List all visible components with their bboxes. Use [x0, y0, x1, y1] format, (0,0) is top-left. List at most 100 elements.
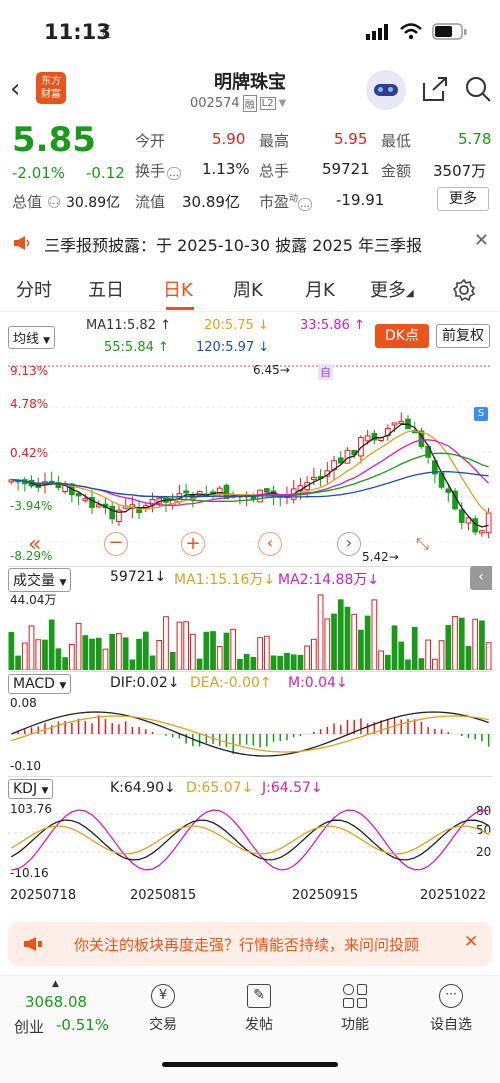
candle-body	[458, 509, 465, 523]
volume-bar	[216, 646, 223, 670]
ma-select[interactable]: 均线 ▼	[8, 326, 56, 349]
back-icon[interactable]: ‹	[10, 74, 20, 104]
volume-bar	[452, 616, 458, 670]
scroll-left-fast-icon[interactable]: «	[28, 532, 41, 557]
info-icon[interactable]: …	[167, 167, 182, 180]
tab-more[interactable]: 更多◢	[370, 276, 414, 302]
close-icon[interactable]: ✕	[464, 932, 478, 952]
moon-icon: ☾	[101, 22, 118, 43]
kline-chart-area: 均线 ▼ MA11:5.82 ↑ 20:5.75 ↓ 33:5.86 ↑ 55:…	[0, 318, 500, 918]
kdj-chart[interactable]	[8, 800, 492, 880]
date-label-3: 20250915	[292, 888, 359, 903]
volume-bar	[351, 613, 358, 670]
volume-bar	[398, 641, 405, 670]
ai-assistant-icon[interactable]	[366, 70, 406, 110]
volume-bar	[297, 654, 304, 670]
expand-icon[interactable]: ⤡	[416, 534, 429, 554]
nav-post[interactable]: ✎ 发帖	[219, 984, 299, 1034]
dk-point-button[interactable]: DK点	[375, 324, 429, 348]
chevron-down-icon: ▼	[278, 98, 287, 109]
volume-value-label: 59721↓	[110, 569, 167, 585]
brand-logo: 东方 财富	[36, 72, 66, 104]
active-tab-indicator	[166, 307, 194, 310]
candle-body	[183, 490, 189, 494]
stock-code-row[interactable]: 002574 融 L2 ▼	[190, 95, 286, 112]
macd-chart[interactable]	[8, 694, 492, 774]
zoom-out-button[interactable]: −	[104, 532, 128, 556]
volume-bar	[75, 622, 82, 670]
volume-ma1-label: MA1:15.16万↓	[174, 572, 276, 588]
volume-bar	[290, 654, 297, 670]
volume-indicator-select[interactable]: 成交量 ▼	[8, 568, 72, 592]
volume-bar	[263, 635, 270, 670]
notice-bar[interactable]: 三季报预披露：于 2025-10-30 披露 2025 年三季报 ✕	[0, 220, 500, 266]
kdj-k-label: K:64.90↓	[110, 780, 176, 796]
scroll-left-button[interactable]: ‹	[258, 532, 282, 556]
volume-bar	[405, 659, 411, 670]
volume-bar	[277, 655, 284, 670]
candle-body	[75, 492, 82, 497]
open-value: 5.90	[212, 130, 246, 148]
search-icon[interactable]	[464, 75, 492, 103]
info-icon[interactable]: …	[298, 198, 313, 211]
collapse-panel-button[interactable]: ‹	[470, 566, 492, 590]
volume-bar	[176, 621, 183, 670]
candlestick-chart[interactable]	[8, 362, 492, 562]
volume-bar	[250, 656, 257, 670]
date-label-1: 20250718	[10, 888, 77, 903]
volume-bar	[458, 617, 465, 670]
adjust-button[interactable]: 前复权	[436, 324, 490, 348]
edit-icon: ✎	[247, 984, 271, 1008]
volume-bar	[95, 637, 102, 670]
index-value[interactable]: 3068.08	[25, 993, 87, 1011]
ma120-label: 120:5.97 ↓	[196, 340, 270, 355]
close-icon[interactable]: ✕	[474, 230, 489, 251]
quote-panel: 5.85 -2.01% -0.12 总值… 30.89亿 今开 5.90 最高 5…	[0, 118, 500, 218]
info-icon[interactable]: …	[48, 195, 61, 208]
candle-body	[109, 505, 116, 520]
zoom-in-button[interactable]: +	[181, 532, 205, 556]
volume-chart[interactable]	[8, 590, 492, 670]
tab-five-day[interactable]: 五日	[88, 276, 124, 302]
volume-bar	[411, 626, 418, 670]
ma11-label: MA11:5.82 ↑	[86, 318, 172, 333]
scroll-right-button[interactable]: ›	[337, 532, 361, 556]
volume-bar	[257, 637, 263, 670]
volume-ma2-label: MA2:14.88万↓	[278, 572, 380, 588]
pct-axis-2: 4.78%	[10, 397, 49, 411]
share-icon[interactable]	[421, 75, 449, 103]
candle-body	[364, 435, 371, 442]
macd-m-label: M:0.04↓	[288, 675, 348, 691]
volume-bar	[418, 658, 425, 670]
tab-daily-k[interactable]: 日K	[163, 276, 193, 302]
nav-trade[interactable]: ¥ 交易	[123, 984, 203, 1034]
megaphone-icon	[14, 236, 30, 250]
tab-monthly-k[interactable]: 月K	[305, 276, 335, 302]
nav-functions[interactable]: 功能	[315, 984, 395, 1034]
volume-bar	[35, 639, 42, 670]
volume-bar	[122, 637, 129, 670]
macd-indicator-select[interactable]: MACD ▼	[8, 674, 72, 694]
candle-body	[445, 488, 452, 493]
more-button[interactable]: 更多	[437, 187, 489, 211]
kdj-d-line	[11, 825, 489, 855]
volume-bar	[337, 599, 344, 670]
turnover-value: 1.13%	[202, 160, 250, 178]
volume-bar	[344, 606, 351, 670]
advisor-banner[interactable]: 你关注的板块再度走强？行情能否持续，来问问投顾 ✕	[8, 922, 492, 966]
settings-gear-icon[interactable]	[452, 278, 476, 302]
volume-bar	[196, 658, 203, 670]
index-change: -0.51%	[56, 1016, 110, 1034]
nav-add-watchlist[interactable]: ··· 设自选	[411, 984, 491, 1034]
volume-bar	[364, 615, 371, 670]
volume-bar	[472, 618, 479, 670]
volume-bar	[358, 629, 364, 670]
tab-weekly-k[interactable]: 周K	[233, 276, 263, 302]
open-label: 今开	[135, 132, 166, 150]
tab-intraday[interactable]: 分时	[16, 276, 52, 302]
ma55-label: 55:5.84 ↑	[104, 340, 169, 355]
high-label: 最高	[259, 132, 290, 150]
kdj-k-line	[11, 819, 489, 861]
kdj-indicator-select[interactable]: KDJ ▼	[8, 779, 54, 799]
volume-bar	[109, 633, 116, 670]
